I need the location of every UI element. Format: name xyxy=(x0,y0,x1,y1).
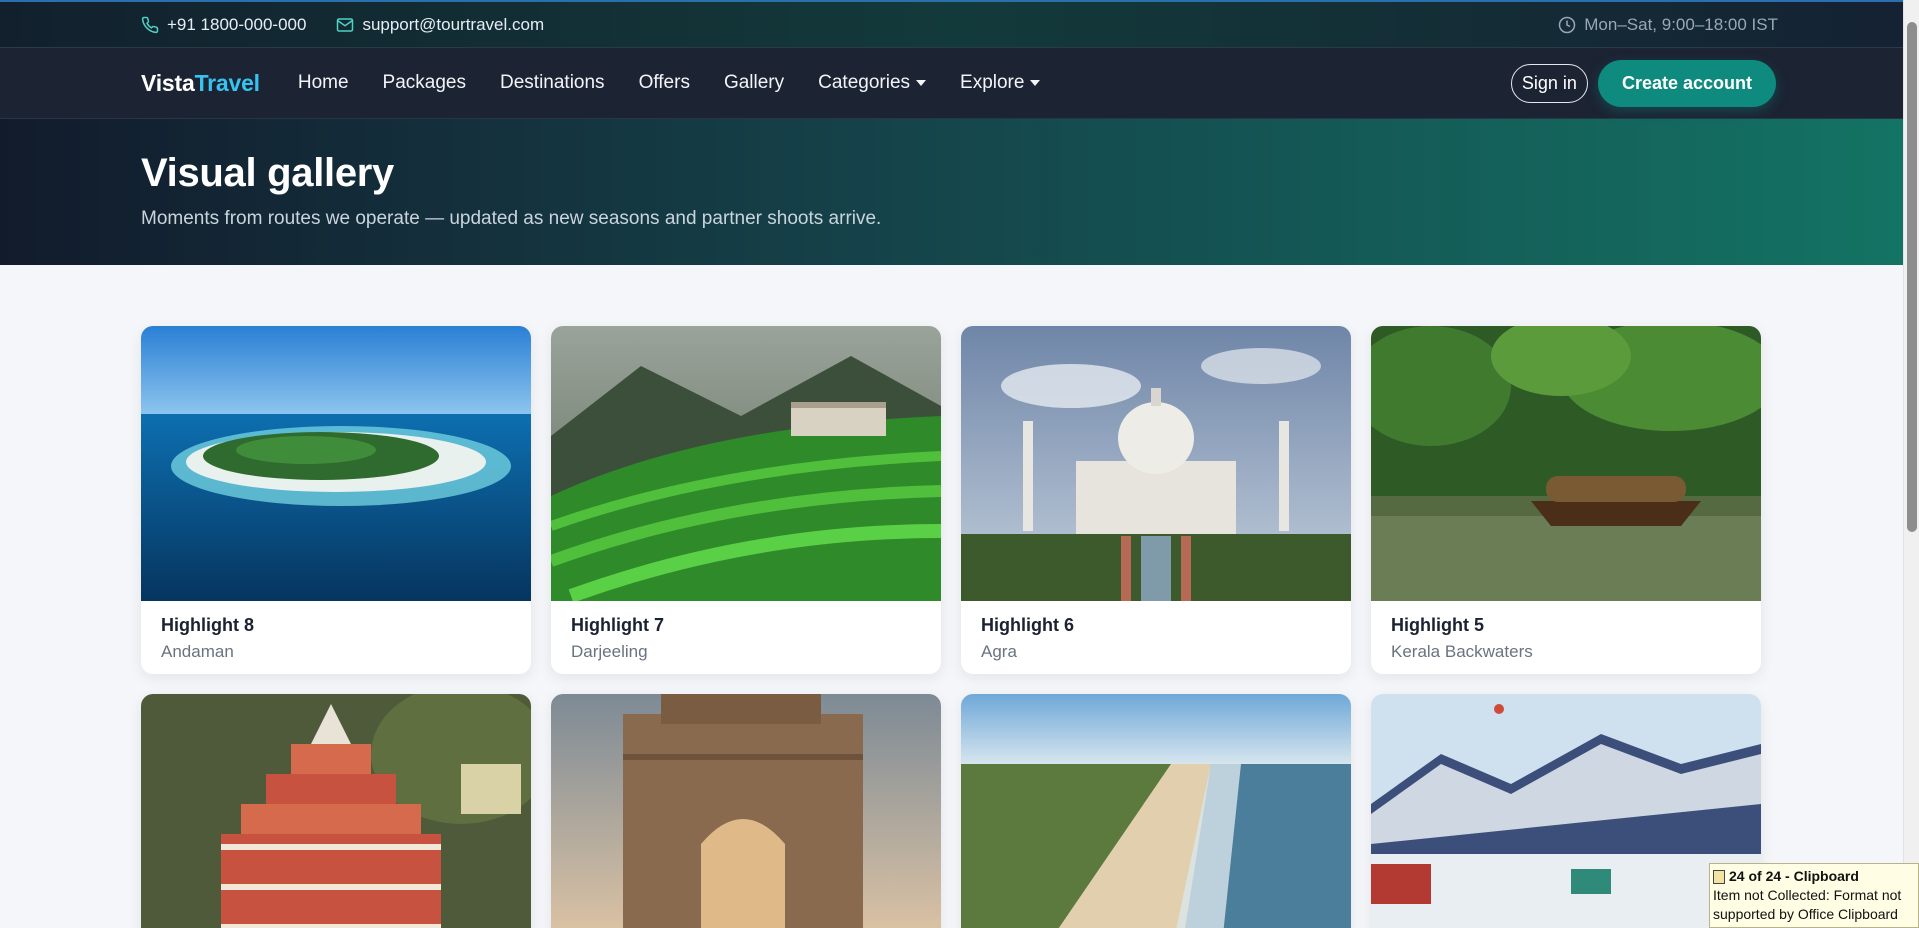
gallery-grid: Highlight 8 Andaman Highlight 7 Darjeeli xyxy=(141,326,1761,928)
toast-line-2: supported by Office Clipboard xyxy=(1713,906,1898,922)
phone-contact[interactable]: +91 1800-000-000 xyxy=(141,15,306,35)
clipboard-icon xyxy=(1713,869,1725,884)
snow-valley-image xyxy=(1371,694,1761,928)
nav-offers[interactable]: Offers xyxy=(639,72,690,94)
clipboard-notification[interactable]: 24 of 24 - Clipboard Item not Collected:… xyxy=(1709,863,1919,928)
gallery-card[interactable]: Highlight 5 Kerala Backwaters xyxy=(1371,326,1761,674)
email-address: support@tourtravel.com xyxy=(362,14,545,34)
main-navbar: VistaTravel Home Packages Destinations O… xyxy=(0,48,1919,119)
nav-explore-dropdown[interactable]: Explore xyxy=(960,72,1041,94)
tea-garden-photo xyxy=(551,326,941,601)
nav-label: Categories xyxy=(818,72,911,93)
gallery-card[interactable] xyxy=(961,694,1351,928)
page-title: Visual gallery xyxy=(141,151,394,195)
nav-categories-dropdown[interactable]: Categories xyxy=(818,72,927,94)
beach-image xyxy=(961,694,1351,928)
snow-valley-photo xyxy=(1371,694,1761,928)
taj-mahal-image xyxy=(961,326,1351,601)
clock-icon xyxy=(1559,16,1576,33)
card-location: Kerala Backwaters xyxy=(1391,642,1533,661)
card-location: Darjeeling xyxy=(571,642,648,661)
email-contact[interactable]: support@tourtravel.com xyxy=(336,15,544,35)
nav-home[interactable]: Home xyxy=(298,72,349,94)
nav-destinations[interactable]: Destinations xyxy=(500,72,605,94)
phone-number: +91 1800-000-000 xyxy=(167,14,307,34)
brand-primary: Vista xyxy=(141,69,195,96)
toast-line-1: Item not Collected: Format not xyxy=(1713,887,1902,903)
nav-label: Explore xyxy=(960,72,1025,93)
card-title: Highlight 5 xyxy=(1391,615,1484,635)
gallery-card[interactable]: Highlight 6 Agra xyxy=(961,326,1351,674)
phone-icon xyxy=(141,16,159,33)
caret-down-icon xyxy=(1030,80,1041,86)
card-title: Highlight 8 xyxy=(161,615,254,635)
card-location: Agra xyxy=(981,642,1017,661)
gallery-card[interactable] xyxy=(1371,694,1761,928)
island-photo xyxy=(141,326,531,601)
taj-mahal-photo xyxy=(961,326,1351,601)
card-title: Highlight 6 xyxy=(981,615,1074,635)
gallery-card[interactable]: Highlight 7 Darjeeling xyxy=(551,326,941,674)
page-hero: Visual gallery Moments from routes we op… xyxy=(0,119,1919,265)
card-location: Andaman xyxy=(161,642,234,661)
business-hours: Mon–Sat, 9:00–18:00 IST xyxy=(1558,15,1778,35)
nav-gallery[interactable]: Gallery xyxy=(724,72,784,94)
nav-label: Home xyxy=(297,72,349,93)
caret-down-icon xyxy=(916,80,927,86)
nav-label: Offers xyxy=(638,72,690,93)
scrollbar-thumb[interactable] xyxy=(1907,22,1917,532)
backwaters-image xyxy=(1371,326,1761,601)
beach-photo xyxy=(961,694,1351,928)
contact-bar: +91 1800-000-000 support@tourtravel.com … xyxy=(0,0,1919,48)
nav-label: Gallery xyxy=(723,72,785,93)
create-account-button[interactable]: Create account xyxy=(1597,59,1776,107)
page-scrollbar[interactable] xyxy=(1903,0,1919,928)
island-image xyxy=(141,326,531,601)
auth-actions: Sign in Create account xyxy=(1510,59,1776,107)
gallery-card[interactable]: Highlight 8 Andaman xyxy=(141,326,531,674)
gallery-card[interactable] xyxy=(141,694,531,928)
temple-photo xyxy=(141,694,531,928)
page-subtitle: Moments from routes we operate — updated… xyxy=(141,208,882,229)
toast-title: 24 of 24 - Clipboard xyxy=(1729,868,1859,884)
backwaters-photo xyxy=(1371,326,1761,601)
brand-logo[interactable]: VistaTravel xyxy=(141,70,260,97)
card-title: Highlight 7 xyxy=(571,615,664,635)
india-gate-photo xyxy=(551,694,941,928)
tea-garden-image xyxy=(551,326,941,601)
india-gate-image xyxy=(551,694,941,928)
mail-icon xyxy=(337,17,354,32)
temple-image xyxy=(141,694,531,928)
hours-text: Mon–Sat, 9:00–18:00 IST xyxy=(1584,14,1778,34)
nav-label: Destinations xyxy=(500,72,605,93)
brand-accent: Travel xyxy=(194,69,260,96)
nav-label: Packages xyxy=(382,72,466,93)
nav-packages[interactable]: Packages xyxy=(383,72,466,94)
gallery-card[interactable] xyxy=(551,694,941,928)
sign-in-button[interactable]: Sign in xyxy=(1510,63,1588,103)
primary-nav: Home Packages Destinations Offers Galler… xyxy=(298,72,1511,94)
